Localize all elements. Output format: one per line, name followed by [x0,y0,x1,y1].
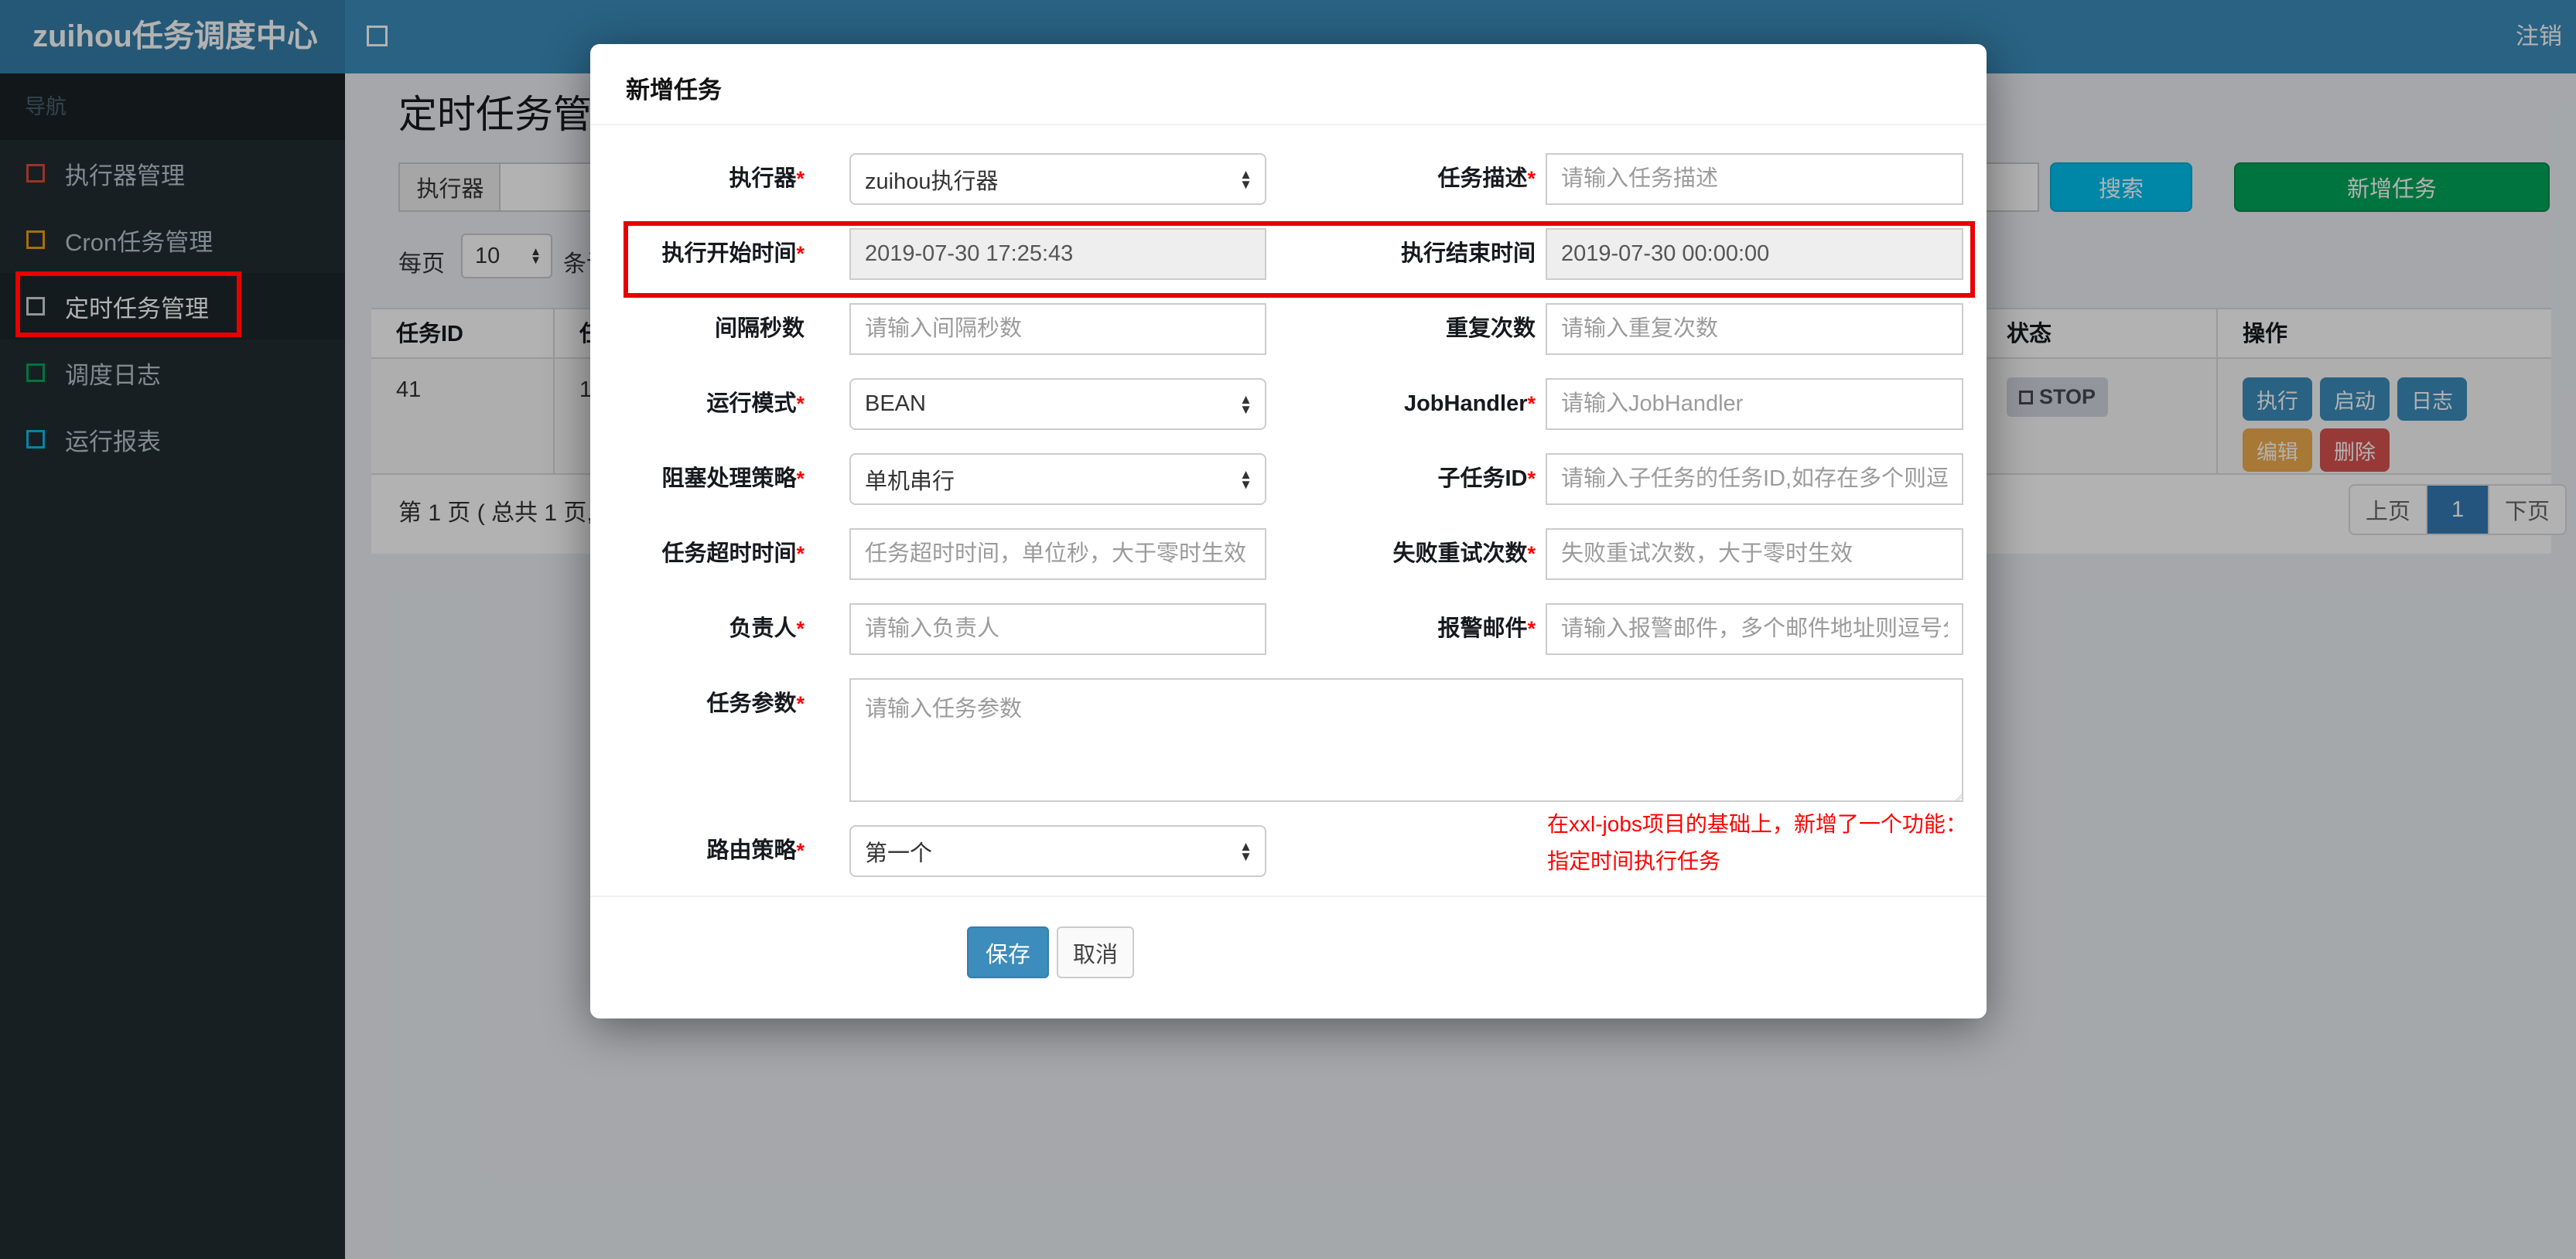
job-param-textarea[interactable] [849,678,1963,802]
block-strategy-label: 阻塞处理策略* [661,466,805,491]
select-arrows-icon [1239,469,1252,490]
modal-note: 在xxl-jobs项目的基础上，新增了一个功能： 指定时间执行任务 [1547,806,2000,880]
interval-label: 间隔秒数 [714,316,805,341]
job-param-label: 任务参数* [706,691,805,716]
modal-title: 新增任务 [626,77,722,104]
start-time-input[interactable] [849,228,1266,280]
timeout-label: 任务超时时间* [661,541,805,566]
select-arrows-icon [1239,169,1252,189]
owner-label: 负责人* [729,616,805,641]
repeat-label: 重复次数 [1445,316,1536,341]
child-job-label: 子任务ID* [1437,466,1536,491]
executor-label: 执行器* [729,166,805,191]
end-time-label: 执行结束时间 [1400,241,1536,266]
cancel-button[interactable]: 取消 [1057,926,1134,978]
run-mode-label: 运行模式* [706,391,805,416]
job-desc-label: 任务描述* [1437,166,1536,191]
fail-retry-input[interactable] [1546,528,1963,580]
job-handler-label: JobHandler* [1403,391,1536,416]
modal-header: 新增任务 [590,44,1987,125]
job-desc-input[interactable] [1546,153,1963,205]
modal-body: 执行器* zuihou执行器 任务描述* 执行开始时间* 执行结束时间 间隔秒数… [590,125,1987,877]
add-task-modal: 新增任务 执行器* zuihou执行器 任务描述* 执行开始时间* 执行结束时间… [590,44,1987,1018]
run-mode-select[interactable]: BEAN [849,378,1266,430]
alarm-email-input[interactable] [1546,603,1963,655]
end-time-input[interactable] [1546,228,1963,280]
select-arrows-icon [1239,841,1252,862]
owner-input[interactable] [849,603,1266,655]
modal-note-line2: 指定时间执行任务 [1547,849,1721,873]
executor-select[interactable]: zuihou执行器 [849,153,1266,205]
route-strategy-label: 路由策略* [706,838,805,863]
route-strategy-select[interactable]: 第一个 [849,825,1266,877]
fail-retry-label: 失败重试次数* [1392,541,1536,566]
alarm-email-label: 报警邮件* [1437,616,1536,641]
select-arrows-icon [1239,394,1252,415]
interval-input[interactable] [849,303,1266,355]
block-strategy-select[interactable]: 单机串行 [849,453,1266,505]
start-time-label: 执行开始时间* [661,241,805,266]
app-root: zuihou任务调度中心 注销 导航 执行器管理 Cron任务管理 定时任务管理… [0,0,2576,1259]
child-job-input[interactable] [1546,453,1963,505]
repeat-input[interactable] [1546,303,1963,355]
save-button[interactable]: 保存 [967,926,1049,978]
timeout-input[interactable] [849,528,1266,580]
job-handler-input[interactable] [1546,378,1963,430]
modal-note-line1: 在xxl-jobs项目的基础上，新增了一个功能： [1547,812,1967,836]
modal-footer: 保存 取消 [590,896,1987,978]
